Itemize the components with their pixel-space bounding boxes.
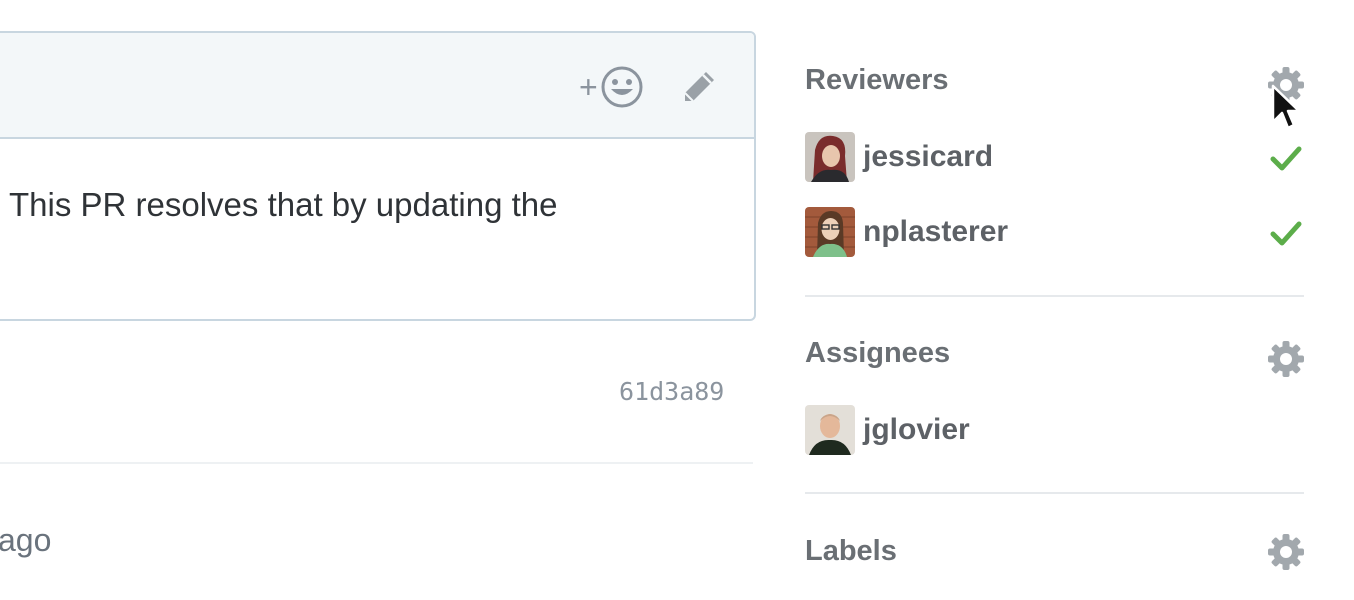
smiley-icon: [601, 66, 643, 108]
timeline-divider: [0, 462, 753, 464]
comment-box: + This PR resolves that by updating the: [0, 31, 756, 321]
assignees-gear-icon[interactable]: [1267, 340, 1305, 378]
reviewers-gear-icon[interactable]: [1267, 66, 1305, 104]
plus-icon: +: [579, 69, 598, 105]
avatar-nplasterer-image: [805, 207, 855, 257]
pencil-icon[interactable]: [679, 69, 717, 107]
pr-sidebar: Reviewers jessicard nplasterer Assignees…: [805, 0, 1305, 600]
assignees-title[interactable]: Assignees: [805, 337, 950, 370]
assignee-row[interactable]: jglovier: [805, 404, 970, 456]
sidebar-divider: [805, 492, 1304, 494]
approved-check-icon: [1270, 221, 1302, 246]
avatar-jessicard-image: [805, 132, 855, 182]
labels-gear-icon[interactable]: [1267, 533, 1305, 571]
labels-title[interactable]: Labels: [805, 535, 897, 568]
reviewer-name[interactable]: jessicard: [863, 140, 993, 174]
assignee-name[interactable]: jglovier: [863, 413, 970, 447]
sidebar-divider: [805, 295, 1304, 297]
avatar[interactable]: [805, 132, 855, 182]
comment-header: +: [0, 33, 754, 139]
add-reaction-button[interactable]: +: [579, 66, 644, 108]
reviewer-name[interactable]: nplasterer: [863, 215, 1008, 249]
pull-request-page: + This PR resolves that by updating the …: [0, 0, 1354, 600]
reviewers-title[interactable]: Reviewers: [805, 64, 949, 97]
approved-check-icon: [1270, 146, 1302, 171]
commit-sha-link[interactable]: 61d3a89: [619, 377, 724, 406]
reviewer-row[interactable]: nplasterer: [805, 206, 1008, 258]
reviewer-row[interactable]: jessicard: [805, 131, 993, 183]
relative-time: ago: [0, 522, 52, 558]
avatar[interactable]: [805, 207, 855, 257]
avatar-jglovier-image: [805, 405, 855, 455]
comment-body: This PR resolves that by updating the: [9, 186, 558, 223]
avatar[interactable]: [805, 405, 855, 455]
